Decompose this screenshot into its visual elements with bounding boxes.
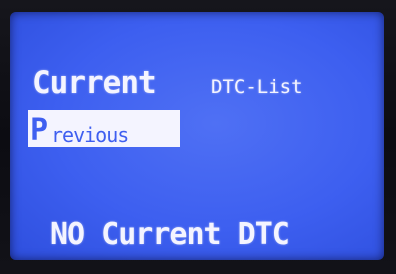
menu-item-previous-selected[interactable]: P revious xyxy=(28,110,180,147)
lcd-screen: Current DTC-List P revious NO Current DT… xyxy=(10,12,384,260)
device-bezel: Current DTC-List P revious NO Current DT… xyxy=(0,0,396,274)
menu-item-current[interactable]: Current xyxy=(32,68,157,99)
menu-item-previous-initial: P xyxy=(30,113,48,148)
menu-item-previous-label: revious xyxy=(51,123,129,147)
status-message: NO Current DTC xyxy=(50,217,290,252)
dtc-list-title: DTC-List xyxy=(211,76,303,98)
